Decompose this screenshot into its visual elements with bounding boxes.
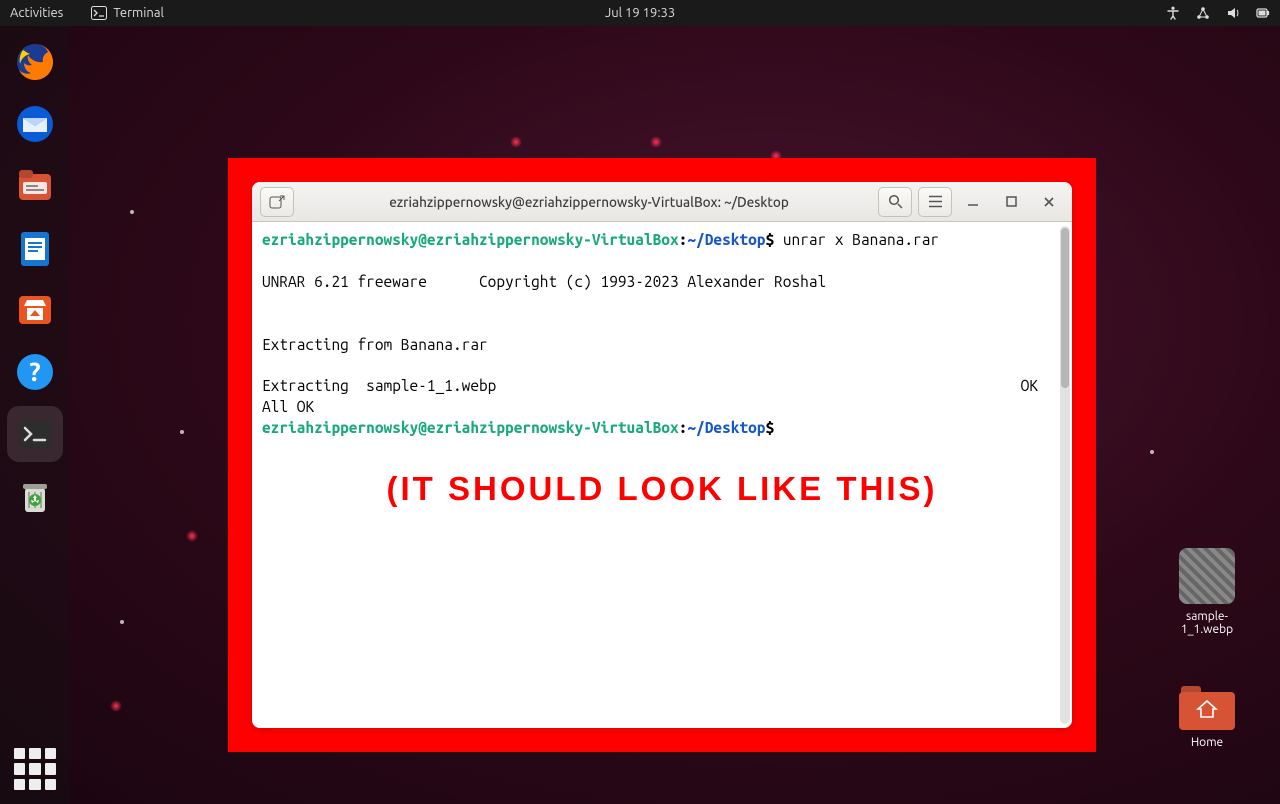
close-button[interactable] (1034, 190, 1064, 214)
close-icon (1043, 196, 1055, 208)
hamburger-icon (928, 195, 943, 208)
trash-icon (13, 474, 57, 518)
maximize-icon (1006, 196, 1017, 207)
clock[interactable]: Jul 19 19:33 (605, 6, 675, 20)
dock-files[interactable] (7, 158, 63, 214)
prompt-line-1: ezriahzippernowsky@ezriahzippernowsky-Vi… (262, 230, 1062, 251)
desktop-file-sample[interactable]: sample-1_1.webp (1162, 548, 1252, 636)
menu-button[interactable] (918, 187, 952, 217)
dock-firefox[interactable] (7, 34, 63, 90)
volume-icon (1226, 6, 1240, 20)
terminal-window: ezriahzippernowsky@ezriahzippernowsky-Vi… (252, 182, 1072, 728)
dock-thunderbird[interactable] (7, 96, 63, 152)
output-unrar-header: UNRAR 6.21 freeware Copyright (c) 1993-2… (262, 272, 1062, 293)
dock-help[interactable]: ? (7, 344, 63, 400)
terminal-titlebar[interactable]: ezriahzippernowsky@ezriahzippernowsky-Vi… (252, 182, 1072, 222)
output-extracting-file: Extracting sample-1_1.webp OK (262, 376, 1062, 397)
help-icon: ? (13, 350, 57, 394)
firefox-icon (13, 40, 57, 84)
libreoffice-writer-icon (13, 226, 57, 270)
active-app-indicator[interactable]: Terminal (91, 6, 164, 20)
thunderbird-icon (13, 102, 57, 146)
svg-text:?: ? (29, 357, 40, 386)
terminal-app-icon (13, 412, 57, 456)
new-tab-icon (269, 195, 285, 209)
dock: ? (0, 26, 70, 804)
activities-button[interactable]: Activities (10, 6, 63, 20)
folder-icon (1179, 682, 1235, 730)
search-button[interactable] (878, 187, 912, 217)
network-icon (1196, 6, 1210, 20)
accessibility-icon (1166, 6, 1180, 20)
terminal-body[interactable]: ezriahzippernowsky@ezriahzippernowsky-Vi… (252, 222, 1072, 728)
files-icon (13, 164, 57, 208)
new-tab-button[interactable] (260, 187, 294, 217)
prompt-line-2: ezriahzippernowsky@ezriahzippernowsky-Vi… (262, 418, 1062, 439)
dock-trash[interactable] (7, 468, 63, 524)
minimize-button[interactable] (958, 190, 988, 214)
output-extracting-from: Extracting from Banana.rar (262, 335, 1062, 356)
minimize-icon (967, 196, 979, 208)
system-status-area[interactable] (1166, 6, 1270, 20)
dock-software[interactable] (7, 282, 63, 338)
output-all-ok: All OK (262, 397, 1062, 418)
annotation-text: (IT SHOULD LOOK LIKE THIS) (387, 467, 938, 512)
desktop-home-folder[interactable]: Home (1162, 682, 1252, 749)
terminal-icon (91, 6, 107, 20)
annotation-frame: ezriahzippernowsky@ezriahzippernowsky-Vi… (228, 158, 1096, 752)
maximize-button[interactable] (996, 190, 1026, 214)
ubuntu-software-icon (13, 288, 57, 332)
active-app-name: Terminal (113, 6, 164, 20)
search-icon (888, 194, 903, 209)
show-applications-button[interactable] (14, 748, 56, 790)
desktop-file-label: sample-1_1.webp (1162, 610, 1252, 636)
dock-writer[interactable] (7, 220, 63, 276)
battery-icon (1256, 6, 1270, 20)
scrollbar-thumb[interactable] (1061, 228, 1069, 388)
dock-terminal[interactable] (7, 406, 63, 462)
window-title: ezriahzippernowsky@ezriahzippernowsky-Vi… (300, 194, 878, 210)
top-bar: Activities Terminal Jul 19 19:33 (0, 0, 1280, 26)
desktop-folder-label: Home (1162, 736, 1252, 749)
image-thumbnail-icon (1179, 548, 1235, 604)
scrollbar[interactable] (1060, 226, 1070, 724)
